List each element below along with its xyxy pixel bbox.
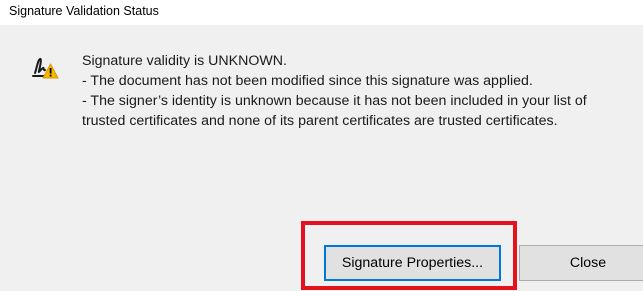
signature-properties-button[interactable]: Signature Properties... — [324, 245, 501, 281]
validation-message: Signature validity is UNKNOWN. - The doc… — [82, 51, 638, 131]
message-line: trusted certificates and none of its par… — [82, 113, 558, 129]
signature-warning-icon — [32, 58, 59, 79]
window-title: Signature Validation Status — [9, 4, 159, 18]
message-line: - The document has not been modified sin… — [82, 73, 533, 89]
message-line: Signature validity is UNKNOWN. — [82, 53, 287, 69]
title-bar: Signature Validation Status — [0, 0, 643, 25]
close-button[interactable]: Close — [519, 245, 643, 281]
dialog-body: Signature validity is UNKNOWN. - The doc… — [0, 25, 643, 291]
message-line: - The signer’s identity is unknown becau… — [82, 93, 587, 109]
